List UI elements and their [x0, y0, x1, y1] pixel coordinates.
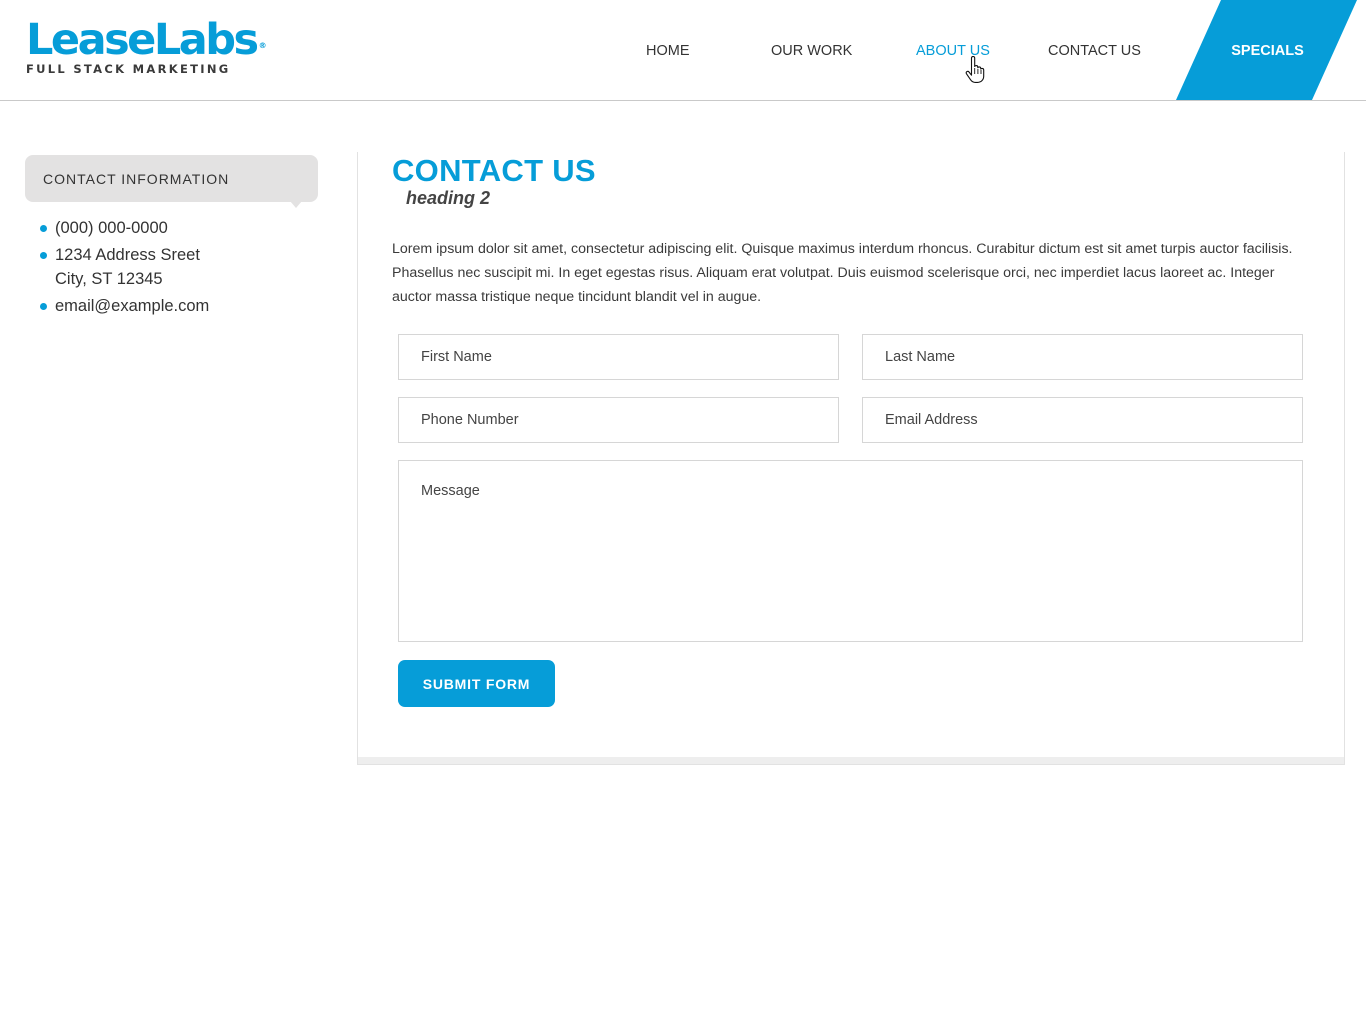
contact-info-header: CONTACT INFORMATION [25, 155, 318, 208]
nav-our-work[interactable]: OUR WORK [771, 43, 852, 59]
first-name-field[interactable] [398, 334, 839, 380]
address-line-1: 1234 Address Sreet [55, 246, 200, 264]
bullet-icon [40, 303, 47, 310]
email-text: email@example.com [55, 297, 210, 315]
panel-footer-bar [357, 757, 1345, 765]
registered-mark: ® [258, 41, 267, 50]
contact-phone[interactable]: (000) 000-0000 [40, 216, 209, 240]
pointer-hand-icon [965, 56, 985, 83]
logo-tagline: FULL STACK MARKETING [26, 62, 231, 76]
header-notch [290, 201, 302, 208]
page-title: CONTACT US [392, 153, 596, 188]
phone-text: (000) 000-0000 [55, 219, 168, 237]
contact-email[interactable]: email@example.com [40, 294, 209, 318]
page-subtitle: heading 2 [406, 188, 491, 208]
address-line-2: City, ST 12345 [55, 270, 163, 288]
bullet-icon [40, 252, 47, 259]
email-field[interactable] [862, 397, 1303, 443]
submit-form-button[interactable]: SUBMIT FORM [398, 660, 555, 707]
logo-name: LeaseLabs [26, 15, 259, 65]
nav-home[interactable]: HOME [646, 43, 690, 59]
logo[interactable]: LeaseLabs ® FULL STACK MARKETING [26, 15, 267, 76]
intro-paragraph: Lorem ipsum dolor sit amet, consectetur … [392, 241, 1293, 305]
site-header: LeaseLabs ® FULL STACK MARKETING HOME OUR… [0, 0, 1366, 101]
contact-info-heading: CONTACT INFORMATION [43, 171, 230, 187]
specials-label: SPECIALS [1231, 43, 1304, 59]
phone-field[interactable] [398, 397, 839, 443]
nav-specials[interactable]: SPECIALS [1176, 0, 1358, 100]
contact-info-list: (000) 000-0000 1234 Address Sreet City, S… [40, 216, 209, 321]
logo-wordmark: LeaseLabs ® [26, 15, 267, 65]
nav-contact-us[interactable]: CONTACT US [1048, 43, 1141, 59]
last-name-field[interactable] [862, 334, 1303, 380]
contact-address: 1234 Address Sreet City, ST 12345 [40, 243, 209, 291]
message-field[interactable] [398, 460, 1303, 642]
bullet-icon [40, 225, 47, 232]
